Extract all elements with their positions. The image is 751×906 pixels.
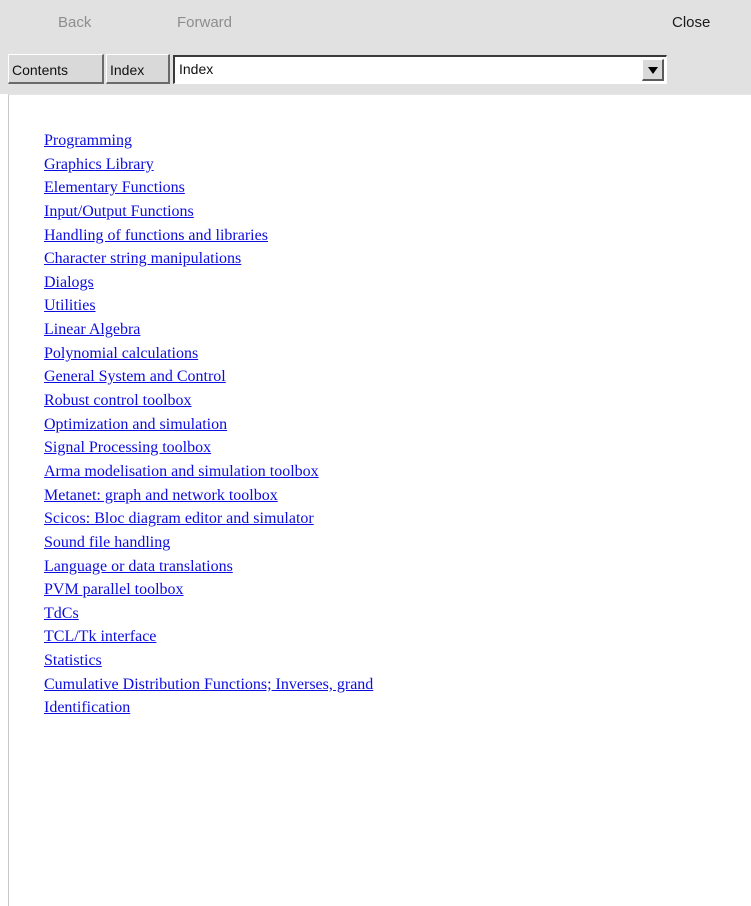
list-item: Robust control toolbox	[44, 389, 373, 413]
list-item: Language or data translations	[44, 555, 373, 579]
list-item: Graphics Library	[44, 153, 373, 177]
list-item: PVM parallel toolbox	[44, 578, 373, 602]
list-item: TCL/Tk interface	[44, 625, 373, 649]
topic-link[interactable]: Sound file handling	[44, 534, 170, 551]
list-item: Statistics	[44, 649, 373, 673]
list-item: Linear Algebra	[44, 318, 373, 342]
topic-link[interactable]: Handling of functions and libraries	[44, 227, 268, 244]
tab-contents[interactable]: Contents	[8, 54, 104, 84]
topic-list: Programming Graphics Library Elementary Fu…	[44, 129, 373, 720]
topic-link[interactable]: Scicos: Bloc diagram editor and simulato…	[44, 510, 314, 527]
toolbar: Back Forward Close	[0, 0, 751, 46]
topic-link[interactable]: Cumulative Distribution Functions; Inver…	[44, 676, 373, 693]
topic-link[interactable]: Programming	[44, 132, 132, 149]
back-button[interactable]: Back	[58, 14, 91, 31]
topic-link[interactable]: TdCs	[44, 605, 79, 622]
index-dropdown[interactable]: Index	[173, 55, 667, 84]
topic-link[interactable]: Character string manipulations	[44, 250, 241, 267]
list-item: Programming	[44, 129, 373, 153]
list-item: Metanet: graph and network toolbox	[44, 484, 373, 508]
list-item: Scicos: Bloc diagram editor and simulato…	[44, 507, 373, 531]
topic-link[interactable]: Linear Algebra	[44, 321, 140, 338]
list-item: Utilities	[44, 294, 373, 318]
tab-bar: Contents Index Index	[0, 46, 751, 94]
topic-link[interactable]: Polynomial calculations	[44, 345, 198, 362]
topic-link[interactable]: General System and Control	[44, 368, 226, 385]
list-item: Cumulative Distribution Functions; Inver…	[44, 673, 373, 697]
topic-link[interactable]: Robust control toolbox	[44, 392, 192, 409]
topic-link[interactable]: Language or data translations	[44, 558, 233, 575]
list-item: Dialogs	[44, 271, 373, 295]
topic-link[interactable]: Elementary Functions	[44, 179, 185, 196]
list-item: Elementary Functions	[44, 176, 373, 200]
tab-index[interactable]: Index	[106, 54, 170, 84]
list-item: Polynomial calculations	[44, 342, 373, 366]
topic-link[interactable]: Arma modelisation and simulation toolbox	[44, 463, 319, 480]
list-item: Input/Output Functions	[44, 200, 373, 224]
list-item: General System and Control	[44, 365, 373, 389]
topic-link[interactable]: Metanet: graph and network toolbox	[44, 487, 278, 504]
topic-link[interactable]: Utilities	[44, 297, 96, 314]
topic-link[interactable]: Dialogs	[44, 274, 94, 291]
help-content-pane[interactable]: Programming Graphics Library Elementary Fu…	[8, 94, 751, 906]
dropdown-arrow-icon[interactable]	[642, 59, 664, 81]
list-item: TdCs	[44, 602, 373, 626]
topic-link[interactable]: Statistics	[44, 652, 102, 669]
topic-link[interactable]: Signal Processing toolbox	[44, 439, 211, 456]
list-item: Handling of functions and libraries	[44, 224, 373, 248]
topic-link[interactable]: PVM parallel toolbox	[44, 581, 184, 598]
topic-link[interactable]: TCL/Tk interface	[44, 628, 156, 645]
list-item: Identification	[44, 696, 373, 720]
topic-link[interactable]: Input/Output Functions	[44, 203, 194, 220]
topic-link[interactable]: Graphics Library	[44, 156, 154, 173]
list-item: Arma modelisation and simulation toolbox	[44, 460, 373, 484]
index-dropdown-value: Index	[179, 61, 214, 77]
list-item: Sound file handling	[44, 531, 373, 555]
topic-link[interactable]: Identification	[44, 699, 130, 716]
list-item: Optimization and simulation	[44, 413, 373, 437]
forward-button[interactable]: Forward	[177, 14, 232, 31]
topic-link[interactable]: Optimization and simulation	[44, 416, 227, 433]
close-button[interactable]: Close	[672, 14, 710, 31]
list-item: Character string manipulations	[44, 247, 373, 271]
list-item: Signal Processing toolbox	[44, 436, 373, 460]
